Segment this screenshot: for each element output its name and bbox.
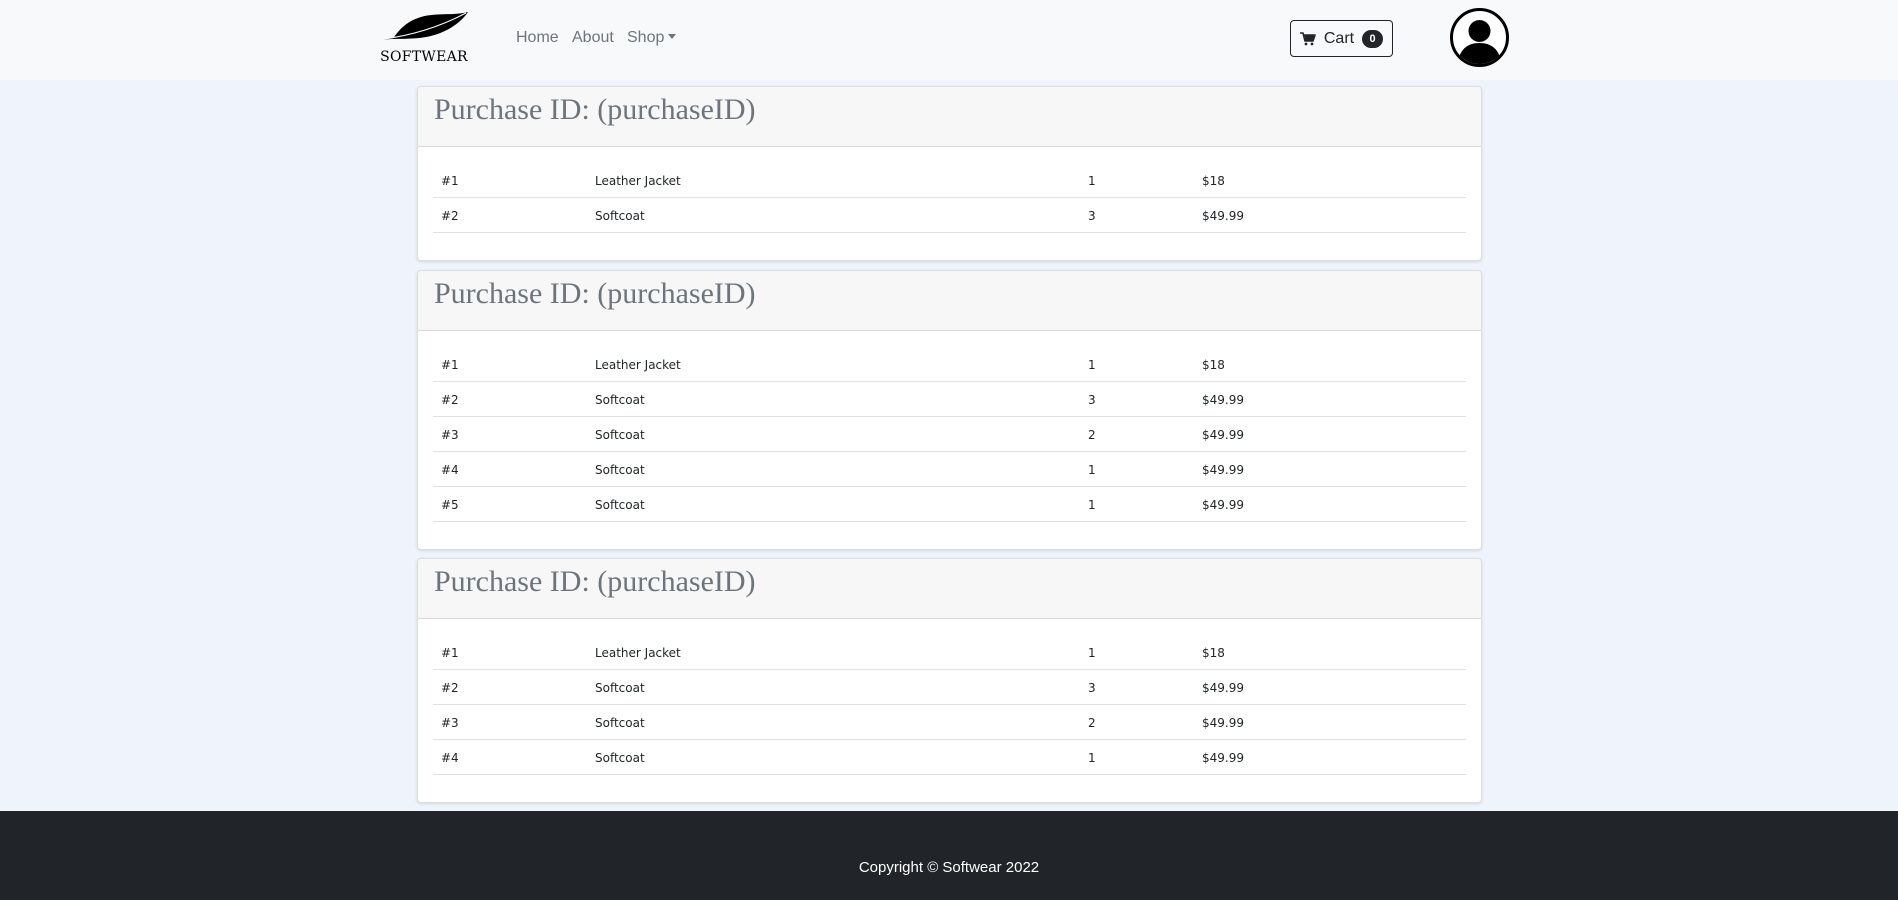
feather-icon: [375, 12, 468, 41]
item-name: Softcoat: [595, 681, 645, 695]
nav-about-link[interactable]: About: [572, 29, 614, 47]
table-row: #2 Softcoat 3 $49.99: [433, 670, 1466, 705]
purchase-title: Purchase ID: (purchaseID): [418, 87, 1481, 147]
item-quantity: 1: [1088, 463, 1096, 477]
table-row: #4 Softcoat 1 $49.99: [433, 740, 1466, 775]
user-avatar-icon: [1458, 20, 1501, 64]
item-price: $49.99: [1202, 209, 1244, 223]
nav-home-link[interactable]: Home: [516, 29, 559, 47]
nav-shop-label: Shop: [627, 29, 665, 46]
item-quantity: 1: [1088, 358, 1096, 372]
table-row: #3 Softcoat 2 $49.99: [433, 417, 1466, 452]
table-row: #1 Leather Jacket 1 $18: [433, 163, 1466, 198]
purchase-card: Purchase ID: (purchaseID) #1 Leather Jac…: [417, 86, 1482, 261]
purchase-items-table: #1 Leather Jacket 1 $18 #2 Softcoat 3 $4…: [418, 619, 1481, 775]
item-price: $49.99: [1202, 463, 1244, 477]
user-avatar[interactable]: [1450, 8, 1509, 67]
item-quantity: 1: [1088, 174, 1096, 188]
item-quantity: 1: [1088, 646, 1096, 660]
cart-label: Cart: [1323, 29, 1355, 47]
table-row: #2 Softcoat 3 $49.99: [433, 382, 1466, 417]
item-price: $49.99: [1202, 393, 1244, 407]
item-name: Softcoat: [595, 463, 645, 477]
item-index: #4: [441, 463, 459, 477]
brand-logo[interactable]: SOFTWEAR: [374, 10, 474, 68]
item-name: Leather Jacket: [595, 646, 681, 660]
table-row: #1 Leather Jacket 1 $18: [433, 635, 1466, 670]
purchase-items-table: #1 Leather Jacket 1 $18 #2 Softcoat 3 $4…: [418, 147, 1481, 233]
item-name: Softcoat: [595, 393, 645, 407]
nav-shop-dropdown[interactable]: Shop: [627, 29, 677, 47]
table-row: #4 Softcoat 1 $49.99: [433, 452, 1466, 487]
item-index: #1: [441, 646, 459, 660]
item-price: $18: [1202, 646, 1225, 660]
table-row: #3 Softcoat 2 $49.99: [433, 705, 1466, 740]
copyright-text: Copyright © Softwear 2022: [858, 859, 1040, 876]
footer: Copyright © Softwear 2022: [0, 811, 1898, 900]
purchase-title: Purchase ID: (purchaseID): [418, 559, 1481, 619]
item-index: #2: [441, 209, 459, 223]
item-quantity: 2: [1088, 716, 1096, 730]
item-name: Leather Jacket: [595, 174, 681, 188]
brand-name: SOFTWEAR: [380, 49, 468, 65]
item-price: $18: [1202, 358, 1225, 372]
item-quantity: 3: [1088, 209, 1096, 223]
table-row: #2 Softcoat 3 $49.99: [433, 198, 1466, 233]
item-name: Leather Jacket: [595, 358, 681, 372]
chevron-down-icon: [668, 34, 677, 39]
item-index: #2: [441, 393, 459, 407]
item-quantity: 3: [1088, 393, 1096, 407]
item-index: #1: [441, 174, 459, 188]
item-index: #5: [441, 498, 459, 512]
cart-count-badge: 0: [1362, 29, 1384, 48]
item-name: Softcoat: [595, 751, 645, 765]
item-name: Softcoat: [595, 428, 645, 442]
item-quantity: 2: [1088, 428, 1096, 442]
item-price: $18: [1202, 174, 1225, 188]
purchase-card: Purchase ID: (purchaseID) #1 Leather Jac…: [417, 270, 1482, 550]
item-index: #3: [441, 428, 459, 442]
item-index: #3: [441, 716, 459, 730]
item-price: $49.99: [1202, 681, 1244, 695]
item-index: #2: [441, 681, 459, 695]
item-name: Softcoat: [595, 209, 645, 223]
item-index: #4: [441, 751, 459, 765]
item-name: Softcoat: [595, 498, 645, 512]
cart-button[interactable]: Cart 0: [1290, 20, 1393, 57]
purchase-card: Purchase ID: (purchaseID) #1 Leather Jac…: [417, 558, 1482, 803]
item-quantity: 3: [1088, 681, 1096, 695]
table-row: #5 Softcoat 1 $49.99: [433, 487, 1466, 522]
item-quantity: 1: [1088, 751, 1096, 765]
item-price: $49.99: [1202, 498, 1244, 512]
item-price: $49.99: [1202, 716, 1244, 730]
item-price: $49.99: [1202, 751, 1244, 765]
item-price: $49.99: [1202, 428, 1244, 442]
table-row: #1 Leather Jacket 1 $18: [433, 347, 1466, 382]
purchase-items-table: #1 Leather Jacket 1 $18 #2 Softcoat 3 $4…: [418, 331, 1481, 522]
navbar: SOFTWEAR Home About Shop Cart 0: [0, 0, 1898, 80]
cart-icon: [1299, 31, 1316, 45]
item-name: Softcoat: [595, 716, 645, 730]
item-index: #1: [441, 358, 459, 372]
purchase-title: Purchase ID: (purchaseID): [418, 271, 1481, 331]
item-quantity: 1: [1088, 498, 1096, 512]
